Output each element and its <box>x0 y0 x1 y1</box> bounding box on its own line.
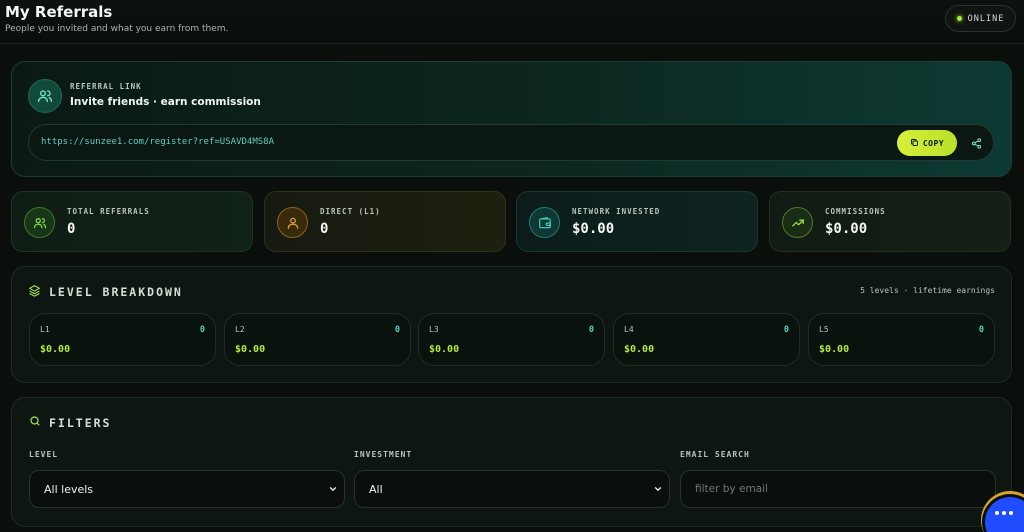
referral-link-card: REFERRAL LINK Invite friends · earn comm… <box>11 61 1012 177</box>
share-button[interactable] <box>963 130 989 156</box>
more-dots-icon <box>1009 511 1013 515</box>
search-icon <box>29 415 41 430</box>
referral-link-text[interactable]: https://sunzee1.com/register?ref=USAVD4M… <box>41 137 274 147</box>
level-breakdown-label: LEVEL BREAKDOWN <box>49 285 183 299</box>
users-icon <box>28 79 62 113</box>
filters-card: FILTERS LEVEL All levels INVESTMENT All … <box>11 397 1012 527</box>
referral-link-label: REFERRAL LINK <box>70 82 142 91</box>
stat-label: NETWORK INVESTED <box>572 207 661 216</box>
wallet-icon <box>529 207 560 238</box>
chevron-down-icon <box>653 484 663 497</box>
users-icon <box>24 207 55 238</box>
stat-label: TOTAL REFERRALS <box>67 207 150 216</box>
page-subtitle: People you invited and what you earn fro… <box>5 24 229 34</box>
more-dots-icon <box>995 511 999 515</box>
level-count: 0 <box>588 325 594 335</box>
level-card-l5: L5 0 $0.00 <box>808 313 995 366</box>
level-breakdown-title: LEVEL BREAKDOWN <box>28 284 183 300</box>
referral-heading: Invite friends · earn commission <box>70 96 261 108</box>
level-amount: $0.00 <box>819 344 850 355</box>
email-search-input[interactable]: filter by email <box>680 470 996 508</box>
copy-button[interactable]: COPY <box>897 130 957 156</box>
copy-label: COPY <box>922 138 945 148</box>
level-name: L4 <box>624 325 634 334</box>
copy-icon <box>910 138 919 149</box>
level-card-l2: L2 0 $0.00 <box>224 313 411 366</box>
status-label: ONLINE <box>967 13 1005 24</box>
email-search-label: EMAIL SEARCH <box>680 450 750 459</box>
top-bar: My Referrals People you invited and what… <box>0 0 1024 44</box>
investment-filter-label: INVESTMENT <box>354 450 413 459</box>
level-amount: $0.00 <box>40 344 71 355</box>
level-count: 0 <box>978 325 984 335</box>
layers-icon <box>28 284 41 300</box>
level-amount: $0.00 <box>429 344 460 355</box>
stat-value: 0 <box>67 221 76 237</box>
level-amount: $0.00 <box>235 344 266 355</box>
level-count: 0 <box>394 325 400 335</box>
online-status-badge: ONLINE <box>945 5 1016 32</box>
level-card-l4: L4 0 $0.00 <box>613 313 800 366</box>
stat-card-network-invested: NETWORK INVESTED $0.00 <box>516 191 758 252</box>
more-dots-icon <box>1002 511 1006 515</box>
investment-filter-select[interactable]: All <box>354 470 670 508</box>
stat-label: COMMISSIONS <box>825 207 886 216</box>
level-name: L2 <box>235 325 245 334</box>
stat-value: $0.00 <box>572 221 615 237</box>
level-card-l3: L3 0 $0.00 <box>418 313 605 366</box>
level-amount: $0.00 <box>624 344 655 355</box>
level-breakdown-meta: 5 levels · lifetime earnings <box>860 286 995 295</box>
level-name: L1 <box>40 325 50 334</box>
trending-up-icon <box>782 207 813 238</box>
stat-card-direct: DIRECT (L1) 0 <box>264 191 506 252</box>
email-search-placeholder: filter by email <box>695 483 768 495</box>
level-count: 0 <box>199 325 205 335</box>
stat-value: 0 <box>320 221 329 237</box>
stat-value: $0.00 <box>825 221 868 237</box>
stat-label: DIRECT (L1) <box>320 207 381 216</box>
share-icon <box>971 134 982 153</box>
level-name: L5 <box>819 325 829 334</box>
level-filter-label: LEVEL <box>29 450 59 459</box>
stat-card-commissions: COMMISSIONS $0.00 <box>769 191 1011 252</box>
level-card-l1: L1 0 $0.00 <box>29 313 216 366</box>
page-title: My Referrals <box>5 3 113 21</box>
level-name: L3 <box>429 325 439 334</box>
filters-title: FILTERS <box>29 415 111 430</box>
level-filter-select[interactable]: All levels <box>29 470 345 508</box>
referral-link-field[interactable]: https://sunzee1.com/register?ref=USAVD4M… <box>28 124 994 161</box>
level-filter-value: All levels <box>44 482 94 496</box>
user-icon <box>277 207 308 238</box>
level-count: 0 <box>783 325 789 335</box>
stat-card-total-referrals: TOTAL REFERRALS 0 <box>11 191 253 252</box>
level-breakdown-card: LEVEL BREAKDOWN 5 levels · lifetime earn… <box>11 266 1012 383</box>
chevron-down-icon <box>328 484 338 497</box>
status-dot-icon <box>956 16 962 21</box>
filters-label: FILTERS <box>49 415 112 430</box>
investment-filter-value: All <box>369 482 383 496</box>
